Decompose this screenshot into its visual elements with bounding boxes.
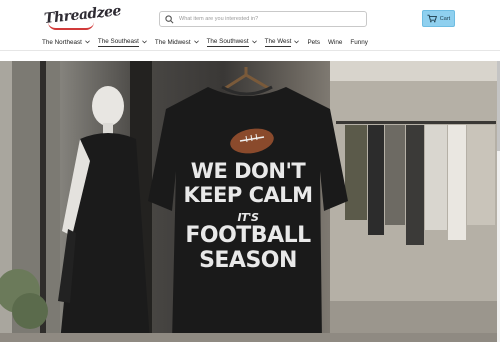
logo-swoosh <box>48 22 94 30</box>
nav-item-label: Funny <box>350 38 368 46</box>
nav-item-label: The Midwest <box>154 38 191 46</box>
site-logo[interactable]: Threadzee <box>42 3 122 30</box>
site-header: Threadzee Cart <box>0 0 500 36</box>
search-input[interactable] <box>179 16 349 22</box>
chevron-down-icon <box>142 40 147 44</box>
nav-item-west[interactable]: The West <box>264 37 300 47</box>
nav-item-wine[interactable]: Wine <box>328 39 342 46</box>
nav-item-label: Pets <box>307 38 321 46</box>
nav-item-funny[interactable]: Funny <box>350 39 368 46</box>
nav-item-label: The West <box>264 37 292 47</box>
nav-item-label: Wine <box>328 38 343 46</box>
nav-item-southwest[interactable]: The Southwest <box>206 37 257 47</box>
shirt-text-line: IT'S <box>237 211 259 224</box>
shirt-text-line: WE DON'T <box>190 159 306 183</box>
shirt-text-line: FOOTBALL <box>185 223 311 248</box>
header-divider <box>0 50 500 51</box>
search-icon <box>165 14 174 24</box>
chevron-down-icon <box>85 40 90 44</box>
cart-button[interactable]: Cart <box>422 10 455 27</box>
cart-icon <box>427 14 437 23</box>
nav-item-northeast[interactable]: The Northeast <box>42 39 90 46</box>
shirt-text-line: SEASON <box>199 248 297 273</box>
chevron-down-icon <box>193 40 199 44</box>
search-bar[interactable] <box>159 11 367 27</box>
nav-item-label: The Southwest <box>206 37 249 47</box>
cart-label: Cart <box>439 15 451 22</box>
nav-item-label: The Northeast <box>42 38 82 46</box>
nav-item-pets[interactable]: Pets <box>307 39 320 46</box>
shirt-text-line: KEEP CALM <box>183 183 313 207</box>
main-nav: The Northeast The Southeast The Midwest … <box>42 36 376 48</box>
chevron-down-icon <box>251 40 257 44</box>
chevron-down-icon <box>294 40 300 44</box>
nav-item-label: The Southeast <box>97 37 139 47</box>
nav-item-midwest[interactable]: The Midwest <box>155 39 199 46</box>
nav-item-southeast[interactable]: The Southeast <box>97 37 147 47</box>
